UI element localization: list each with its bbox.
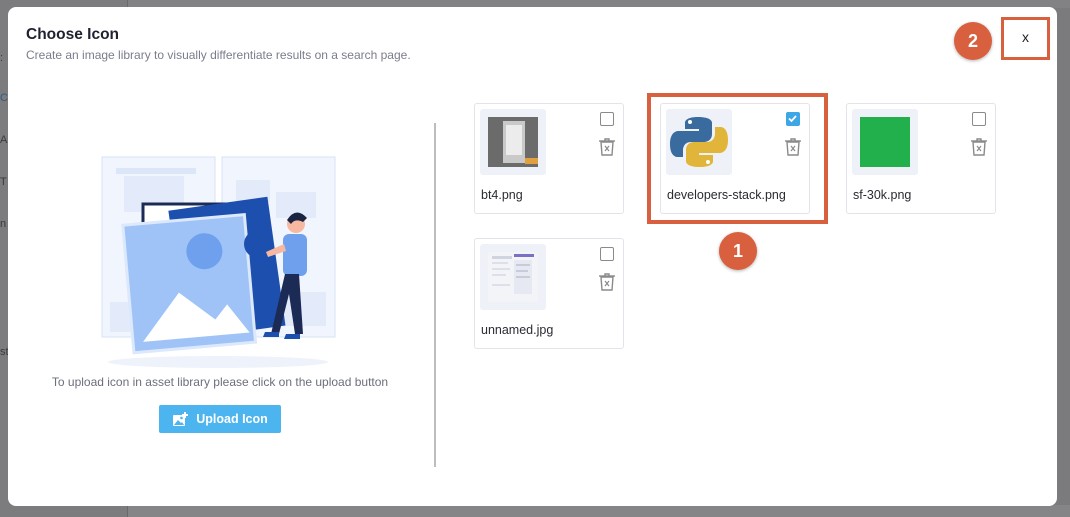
upload-icon-button[interactable]: Upload Icon (159, 405, 281, 433)
background-footer (128, 505, 1070, 517)
background-fragment: : (0, 52, 4, 64)
close-button[interactable]: x (1001, 17, 1050, 60)
asset-checkbox[interactable] (972, 112, 986, 126)
asset-checkbox[interactable] (600, 247, 614, 261)
asset-card-sf-30k[interactable]: sf-30k.png (846, 103, 996, 214)
trash-icon[interactable] (598, 137, 616, 157)
modal-subtitle: Create an image library to visually diff… (26, 48, 411, 62)
close-label: x (1022, 29, 1029, 45)
background-fragment: n (0, 218, 7, 230)
asset-card-bt4[interactable]: bt4.png (474, 103, 624, 214)
background-fragment: T (0, 176, 7, 188)
background-fragment: A (0, 134, 8, 146)
asset-filename: sf-30k.png (853, 188, 912, 202)
asset-thumbnail (480, 109, 546, 175)
background-fragment: C (0, 92, 8, 104)
callout-badge-2: 2 (954, 22, 992, 60)
choose-icon-modal: Choose Icon Create an image library to v… (8, 7, 1057, 506)
trash-icon[interactable] (970, 137, 988, 157)
upload-hint-text: To upload icon in asset library please c… (51, 375, 389, 389)
asset-thumbnail (852, 109, 918, 175)
asset-filename: bt4.png (481, 188, 523, 202)
callout-badge-1: 1 (719, 232, 757, 270)
modal-title: Choose Icon (26, 26, 120, 43)
asset-card-unnamed[interactable]: unnamed.jpg (474, 238, 624, 349)
asset-thumbnail (480, 244, 546, 310)
upload-illustration (101, 156, 336, 368)
selection-highlight (647, 93, 828, 224)
asset-checkbox[interactable] (600, 112, 614, 126)
trash-icon[interactable] (598, 272, 616, 292)
image-add-icon (173, 411, 189, 426)
asset-filename: unnamed.jpg (481, 323, 554, 337)
upload-button-label: Upload Icon (196, 412, 268, 426)
pane-divider (434, 123, 436, 467)
